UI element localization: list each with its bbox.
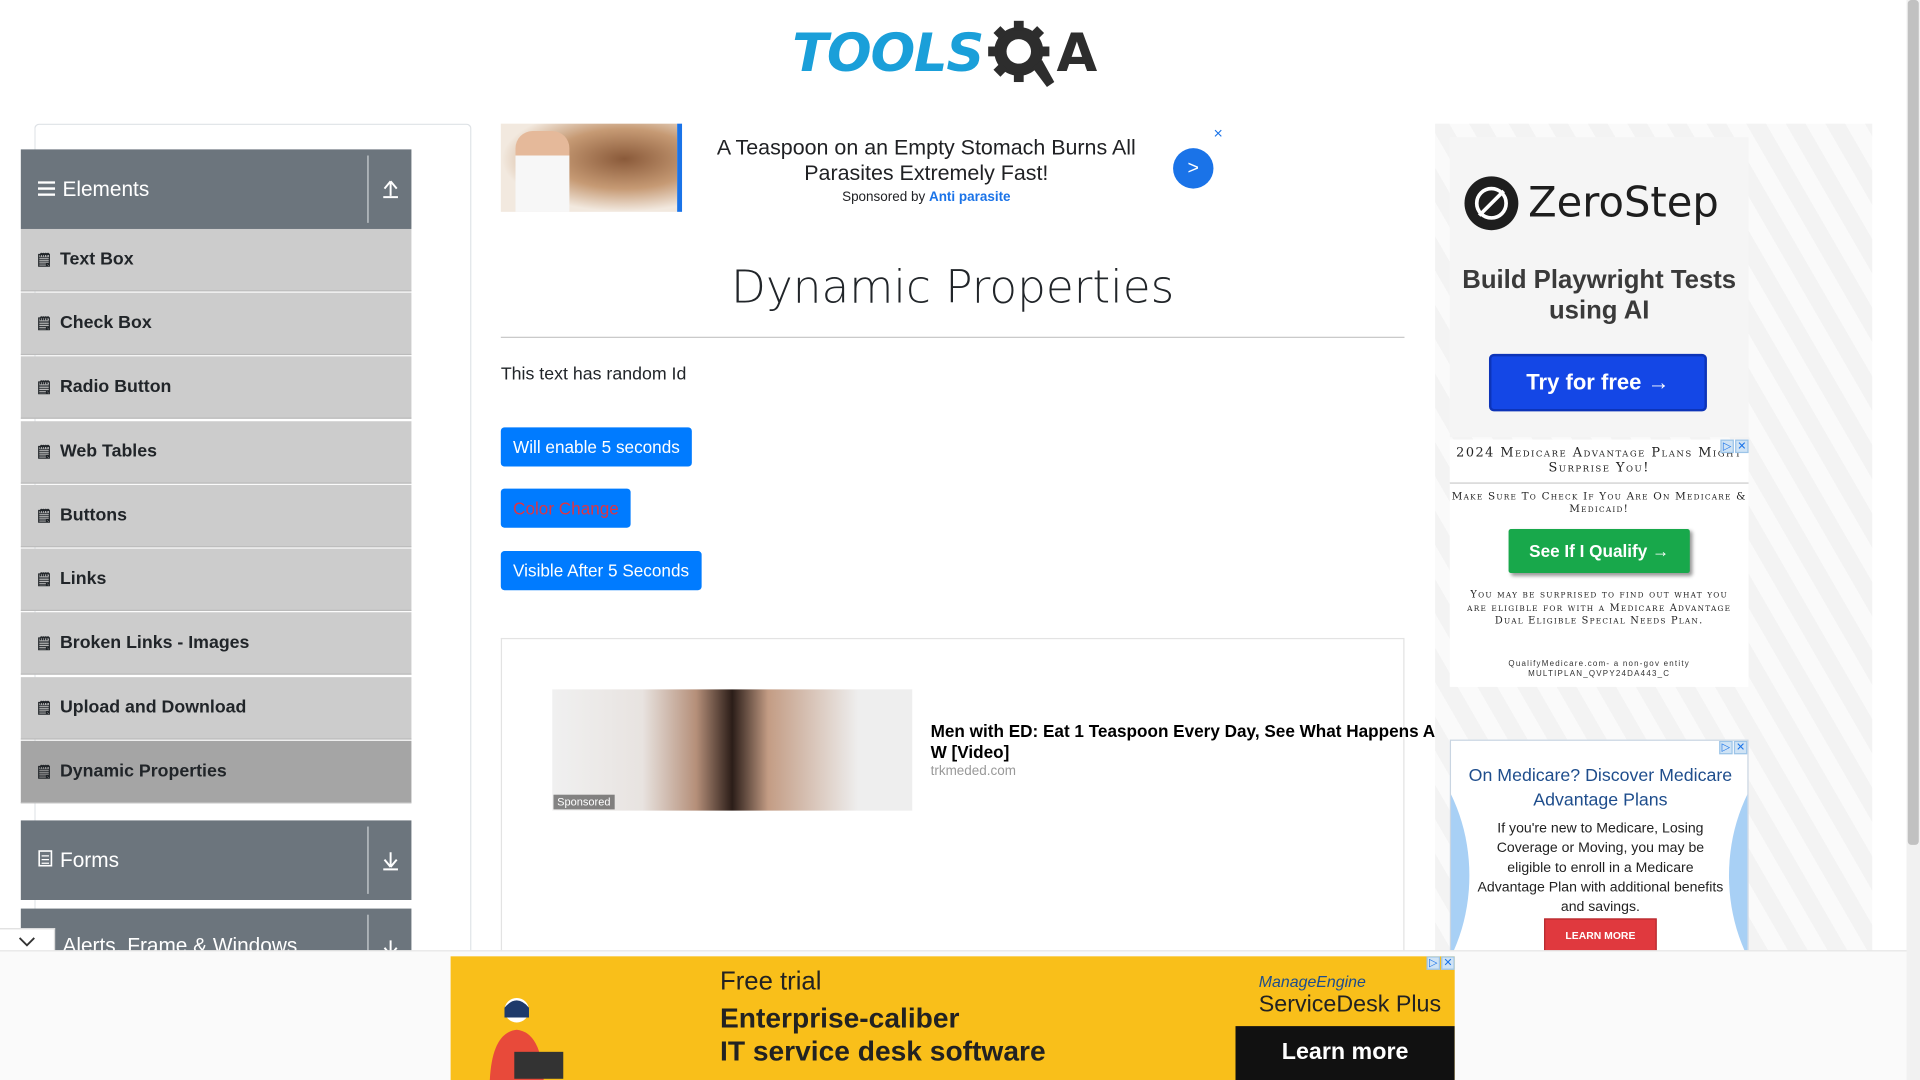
zerostep-logo-icon	[1464, 176, 1519, 231]
menu-item-label: Check Box	[59, 313, 152, 334]
try-for-free-button[interactable]: Try for free →	[1488, 353, 1707, 412]
menu-item-label: Buttons	[59, 505, 128, 526]
bottom-banner-ad[interactable]: Free trial Enterprise-caliber IT service…	[450, 956, 1455, 1080]
zerostep-ad[interactable]: ZeroStep Build Playwright Tests using AI…	[1449, 137, 1749, 438]
enable-after-button[interactable]: Will enable 5 seconds	[500, 427, 693, 467]
scrollbar-thumb[interactable]	[1907, 0, 1919, 845]
ad-headline[interactable]: A Teaspoon on an Empty Stomach Burns All…	[703, 135, 1150, 186]
medicare-ad-title: 2024 Medicare Advantage Plans Might Surp…	[1456, 445, 1743, 476]
list-icon: 🗒	[35, 445, 53, 460]
menu-item-label: Web Tables	[59, 442, 157, 462]
expand-down-icon[interactable]	[380, 847, 402, 871]
servicedesk-brand: ServiceDesk Plus	[1258, 991, 1442, 1018]
bottom-ad-line2: Enterprise-caliber IT service desk softw…	[720, 1001, 1046, 1067]
group-header-alerts[interactable]: Alerts, Frame & Windows	[20, 908, 412, 956]
medicare-ad-subtitle: Make Sure To Check If You Are On Medicar…	[1451, 491, 1747, 516]
divider	[367, 155, 369, 223]
menu-item-web-tables[interactable]: 🗒 Web Tables	[20, 421, 412, 484]
bottom-ad-line1: Free trial	[720, 967, 822, 996]
group-header-forms[interactable]: Forms	[20, 820, 412, 901]
menu-item-label: Radio Button	[59, 377, 172, 397]
menu-item-label: Dynamic Properties	[59, 761, 227, 782]
color-change-button[interactable]: Color Change	[500, 488, 632, 528]
form-icon	[38, 848, 53, 872]
visible-after-button[interactable]: Visible After 5 Seconds	[500, 551, 702, 591]
divider	[500, 336, 1405, 338]
learn-more-bottom-button[interactable]: Learn more	[1235, 1026, 1455, 1080]
ad-domain: trkmeded.com	[930, 764, 1016, 779]
ad-choices-badge[interactable]: ▷ ✕	[1426, 956, 1455, 970]
zerostep-tagline: Build Playwright Tests using AI	[1462, 265, 1737, 325]
ad-illustration	[473, 991, 571, 1080]
list-icon: 🗒	[35, 764, 53, 780]
menu-item-buttons[interactable]: 🗒 Buttons	[20, 484, 412, 548]
menu-item-text-box[interactable]: 🗒 Text Box	[20, 228, 412, 292]
list-icon: 🗒	[35, 252, 53, 268]
ad-image	[500, 123, 683, 212]
menu-item-check-box[interactable]: 🗒 Check Box	[20, 292, 412, 356]
page-title: Dynamic Properties	[731, 260, 1175, 314]
close-icon[interactable]: ×	[1213, 124, 1222, 142]
medicare2-body: If you're new to Medicare, Losing Covera…	[1477, 821, 1724, 915]
menu-item-radio-button[interactable]: 🗒 Radio Button	[20, 356, 412, 419]
ad-go-button[interactable]: >	[1173, 148, 1214, 189]
list-icon: 🗒	[35, 508, 53, 524]
ad-sponsor-link[interactable]: Anti parasite	[929, 190, 1011, 205]
menu-item-label: Links	[59, 569, 107, 589]
medicare2-headline: On Medicare? Discover Medicare Advantage…	[1468, 766, 1733, 811]
learn-more-button[interactable]: LEARN MORE	[1544, 918, 1657, 952]
top-banner-ad[interactable]: A Teaspoon on an Empty Stomach Burns All…	[500, 123, 1230, 212]
divider	[367, 826, 369, 894]
menu-item-broken-links[interactable]: 🗒 Broken Links - Images	[20, 612, 412, 675]
menu-item-label: Broken Links - Images	[59, 633, 250, 653]
medicare-ad-body: You may be surprised to find out what yo…	[1467, 588, 1732, 626]
list-icon: 🗒	[35, 636, 53, 651]
menu-item-upload-download[interactable]: 🗒 Upload and Download	[20, 677, 412, 740]
ad-image[interactable]	[552, 689, 913, 811]
ad-choices-badge[interactable]: ▷ ✕	[1720, 439, 1749, 454]
zerostep-brand: ZeroStep	[1528, 178, 1719, 228]
medicare-ad-1[interactable]: ▷ ✕ 2024 Medicare Advantage Plans Might S…	[1449, 439, 1749, 687]
menu-item-dynamic-properties[interactable]: 🗒 Dynamic Properties	[20, 740, 412, 804]
list-icon: 🗒	[35, 572, 53, 588]
group-label-elements: Elements	[62, 176, 150, 201]
ad-choices-badge[interactable]: ▷ ✕	[1719, 740, 1748, 755]
list-icon: 🗒	[35, 701, 53, 716]
group-label-forms: Forms	[60, 847, 119, 872]
ad-sponsor-line: Sponsored by Anti parasite	[703, 190, 1150, 205]
medicare-ad-2[interactable]: ▷ ✕ On Medicare? Discover Medicare Advant…	[1449, 739, 1749, 954]
menu-item-links[interactable]: 🗒 Links	[20, 548, 412, 612]
gear-q-icon	[985, 18, 1056, 89]
collapse-up-icon[interactable]	[380, 176, 402, 200]
inline-ad[interactable]: Sponsored Men with ED: Eat 1 Teaspoon Ev…	[500, 637, 1435, 957]
toolsqa-logo[interactable]: TOOLS A	[792, 15, 1116, 93]
list-icon: 🗒	[35, 316, 53, 332]
logo-text-a: A	[1056, 23, 1098, 85]
see-if-qualify-button[interactable]: See If I Qualify →	[1508, 528, 1690, 574]
divider	[367, 914, 369, 956]
medicare-ad-footer: QualifyMedicare.com- a non-gov entity MU…	[1508, 660, 1690, 679]
list-icon: 🗒	[35, 380, 53, 395]
sponsored-by-label: Sponsored by	[842, 189, 926, 205]
hamburger-icon	[37, 177, 56, 201]
group-header-elements[interactable]: Elements	[20, 149, 412, 229]
menu-item-label: Upload and Download	[59, 697, 247, 718]
menu-item-label: Text Box	[59, 249, 134, 270]
manageengine-brand: ManageEngine	[1258, 972, 1366, 991]
sponsored-tag: Sponsored	[553, 794, 615, 810]
ad-headline[interactable]: Men with ED: Eat 1 Teaspoon Every Day, S…	[931, 721, 1445, 763]
random-id-text: This text has random Id	[500, 364, 687, 385]
logo-text-tools: TOOLS	[792, 23, 984, 85]
